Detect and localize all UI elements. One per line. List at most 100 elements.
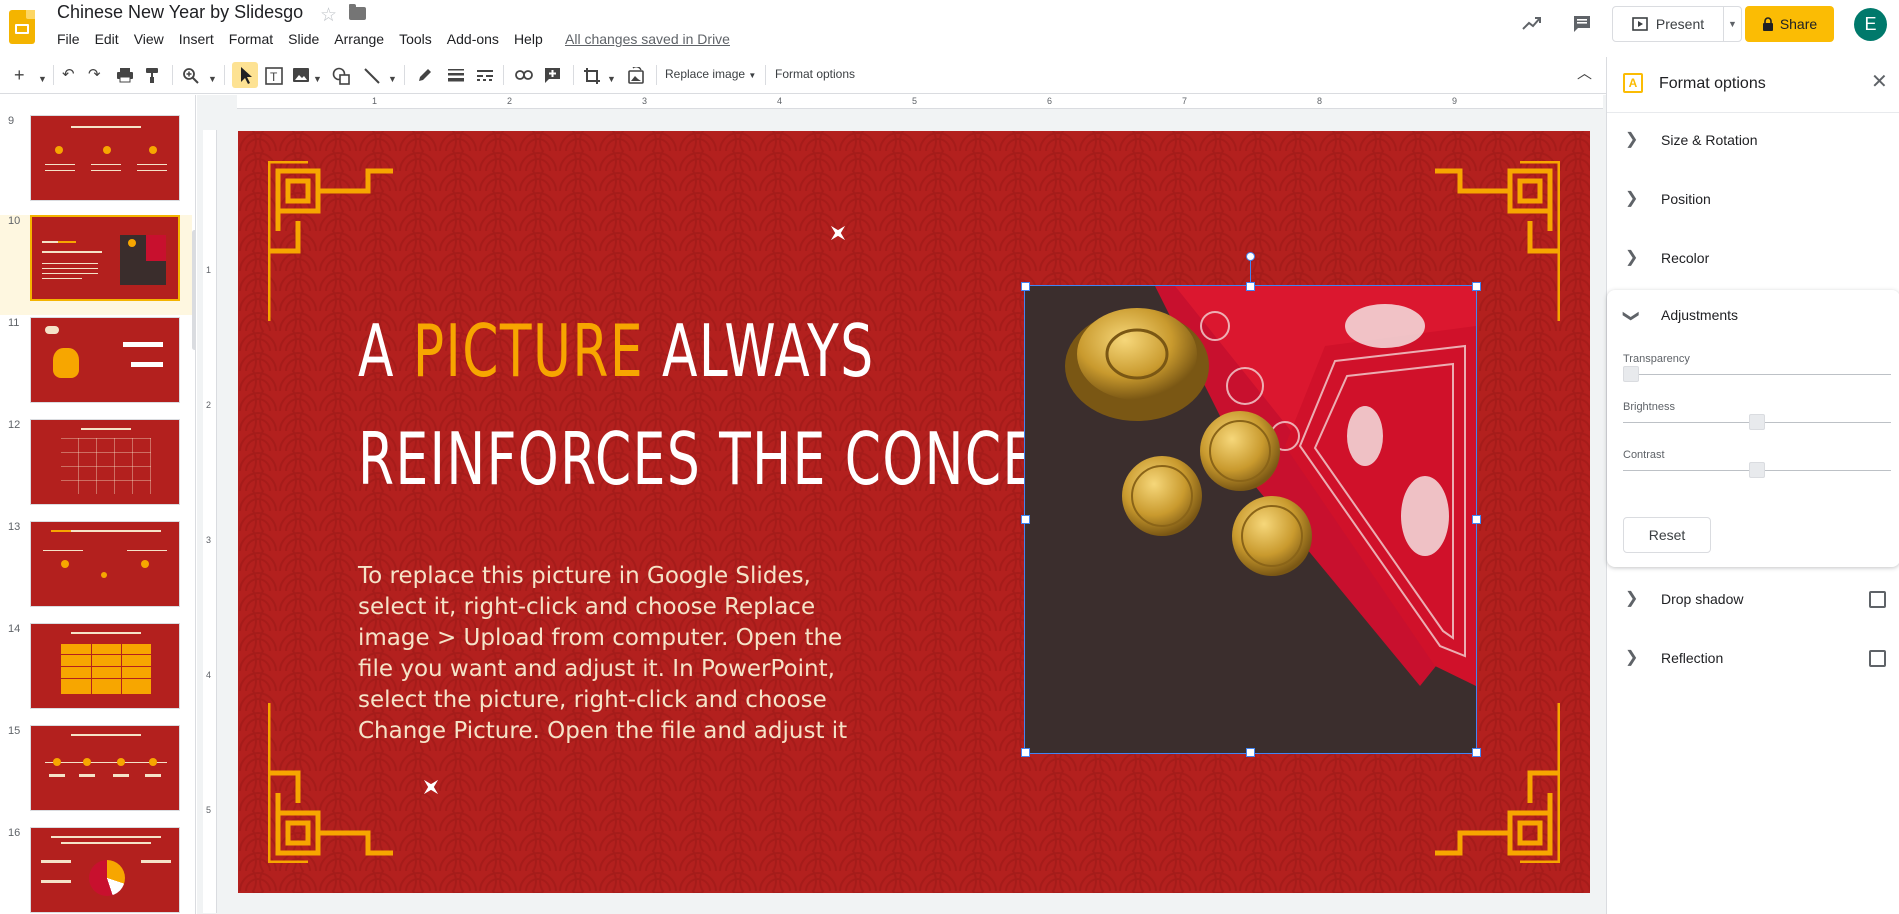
line-dropdown-icon[interactable]: ▼ bbox=[388, 69, 397, 89]
slide-number: 16 bbox=[8, 827, 21, 839]
chevron-down-icon: ▼ bbox=[1728, 19, 1737, 29]
print-icon[interactable] bbox=[116, 67, 134, 83]
slides-logo-icon[interactable] bbox=[9, 10, 35, 44]
filmstrip-slide-selected[interactable]: 10 bbox=[0, 215, 192, 315]
present-icon bbox=[1632, 17, 1648, 31]
slide-body-text[interactable]: To replace this picture in Google Slides… bbox=[358, 561, 858, 747]
reflection-checkbox[interactable] bbox=[1869, 650, 1886, 667]
resize-handle-bottom[interactable] bbox=[1246, 748, 1255, 757]
section-size-rotation[interactable]: ❯ Size & Rotation bbox=[1607, 115, 1899, 171]
activity-trend-icon[interactable] bbox=[1521, 13, 1543, 35]
resize-handle-bottom-right[interactable] bbox=[1472, 748, 1481, 757]
filmstrip-slide[interactable]: 14 bbox=[0, 623, 192, 723]
section-position[interactable]: ❯ Position bbox=[1607, 174, 1899, 230]
share-button[interactable]: Share bbox=[1745, 6, 1834, 42]
filmstrip-slide[interactable]: 9 bbox=[0, 115, 192, 215]
section-reflection[interactable]: ❯ Reflection bbox=[1607, 633, 1899, 689]
menu-edit[interactable]: Edit bbox=[95, 31, 119, 47]
border-color-icon[interactable] bbox=[417, 67, 433, 83]
star-icon[interactable]: ☆ bbox=[320, 4, 337, 27]
vertical-ruler[interactable]: 1 2 3 4 5 bbox=[203, 130, 217, 913]
filmstrip-slide[interactable]: 15 bbox=[0, 725, 192, 825]
slide-canvas[interactable]: A PICTURE ALWAYS REINFORCES THE CONCEPT … bbox=[238, 131, 1590, 893]
slide-thumbnail bbox=[30, 725, 180, 811]
crop-icon[interactable] bbox=[583, 67, 601, 85]
zoom-dropdown-icon[interactable]: ▼ bbox=[208, 69, 217, 89]
menu-help[interactable]: Help bbox=[514, 31, 543, 47]
resize-handle-left[interactable] bbox=[1021, 515, 1030, 524]
filmstrip-slide[interactable]: 13 bbox=[0, 521, 192, 621]
toolbar-divider bbox=[765, 65, 766, 85]
contrast-slider-thumb[interactable] bbox=[1749, 462, 1765, 478]
section-drop-shadow[interactable]: ❯ Drop shadow bbox=[1607, 574, 1899, 630]
replace-image-button[interactable]: Replace image ▼ bbox=[665, 67, 756, 81]
slide-thumbnail bbox=[30, 215, 180, 301]
resize-handle-right[interactable] bbox=[1472, 515, 1481, 524]
horizontal-ruler[interactable]: 1 2 3 4 5 6 7 8 9 bbox=[237, 95, 1603, 109]
menu-insert[interactable]: Insert bbox=[179, 31, 214, 47]
menu-addons[interactable]: Add-ons bbox=[447, 31, 499, 47]
svg-text:T: T bbox=[270, 70, 278, 84]
drop-shadow-checkbox[interactable] bbox=[1869, 591, 1886, 608]
transparency-slider-thumb[interactable] bbox=[1623, 366, 1639, 382]
account-avatar[interactable]: E bbox=[1854, 8, 1887, 41]
undo-icon[interactable]: ↶ bbox=[62, 65, 75, 85]
resize-handle-top-left[interactable] bbox=[1021, 282, 1030, 291]
close-icon[interactable]: ✕ bbox=[1871, 69, 1888, 94]
reset-button[interactable]: Reset bbox=[1623, 517, 1711, 553]
zoom-icon[interactable] bbox=[182, 67, 199, 84]
slide-filmstrip: 9 10 11 12 13 14 15 16 bbox=[0, 95, 196, 914]
menu-file[interactable]: File bbox=[57, 31, 80, 47]
redo-icon[interactable]: ↷ bbox=[88, 65, 101, 85]
filmstrip-slide[interactable]: 11 bbox=[0, 317, 192, 417]
share-label: Share bbox=[1779, 16, 1818, 32]
select-tool-button[interactable] bbox=[232, 62, 258, 88]
menu-tools[interactable]: Tools bbox=[399, 31, 432, 47]
menu-view[interactable]: View bbox=[134, 31, 164, 47]
border-weight-icon[interactable] bbox=[447, 68, 465, 82]
format-options-button[interactable]: Format options bbox=[775, 67, 855, 81]
collapse-menus-icon[interactable]: ︿ bbox=[1577, 64, 1592, 84]
menu-arrange[interactable]: Arrange bbox=[334, 31, 384, 47]
toolbar-divider bbox=[503, 65, 504, 85]
section-adjustments-header[interactable]: ❯ Adjustments bbox=[1607, 290, 1899, 346]
filmstrip-slide[interactable]: 12 bbox=[0, 419, 192, 519]
transparency-slider-track[interactable] bbox=[1623, 374, 1891, 375]
section-label: Adjustments bbox=[1661, 307, 1739, 323]
paint-format-icon[interactable] bbox=[145, 67, 161, 84]
reset-image-icon[interactable] bbox=[627, 67, 645, 84]
image-icon[interactable] bbox=[292, 67, 310, 83]
folder-icon[interactable] bbox=[349, 4, 366, 20]
slide-title-line-1[interactable]: A PICTURE ALWAYS bbox=[358, 309, 875, 393]
present-dropdown-button[interactable]: ▼ bbox=[1723, 6, 1742, 42]
resize-handle-top-right[interactable] bbox=[1472, 282, 1481, 291]
slide-title-line-2[interactable]: REINFORCES THE CONCEPT bbox=[358, 417, 1102, 501]
text-box-icon[interactable]: T bbox=[265, 67, 283, 85]
image-dropdown-icon[interactable]: ▼ bbox=[313, 69, 322, 89]
resize-handle-bottom-left[interactable] bbox=[1021, 748, 1030, 757]
document-title[interactable]: Chinese New Year by Slidesgo bbox=[57, 2, 303, 23]
rotation-handle[interactable] bbox=[1246, 252, 1255, 261]
chevron-right-icon: ❯ bbox=[1625, 590, 1639, 607]
menu-slide[interactable]: Slide bbox=[288, 31, 319, 47]
new-slide-dropdown-icon[interactable]: ▼ bbox=[38, 69, 47, 89]
comments-icon[interactable] bbox=[1571, 13, 1593, 35]
resize-handle-top[interactable] bbox=[1246, 282, 1255, 291]
menu-format[interactable]: Format bbox=[229, 31, 273, 47]
slide-thumbnail bbox=[30, 521, 180, 607]
save-status-link[interactable]: All changes saved in Drive bbox=[565, 31, 730, 47]
crop-dropdown-icon[interactable]: ▼ bbox=[607, 69, 616, 89]
new-slide-icon[interactable]: + bbox=[14, 65, 25, 85]
section-recolor[interactable]: ❯ Recolor bbox=[1607, 233, 1899, 289]
filmstrip-slide[interactable]: 16 bbox=[0, 827, 192, 914]
line-icon[interactable] bbox=[363, 67, 381, 85]
present-button[interactable]: Present bbox=[1612, 6, 1724, 42]
add-comment-icon[interactable] bbox=[544, 67, 561, 84]
brightness-slider-thumb[interactable] bbox=[1749, 414, 1765, 430]
link-icon[interactable] bbox=[515, 69, 533, 81]
filmstrip-scrollbar[interactable] bbox=[192, 230, 195, 350]
selected-image[interactable] bbox=[1024, 285, 1477, 754]
shape-icon[interactable] bbox=[332, 67, 350, 85]
title-text: ALWAYS bbox=[644, 309, 875, 393]
border-dash-icon[interactable] bbox=[476, 68, 494, 82]
